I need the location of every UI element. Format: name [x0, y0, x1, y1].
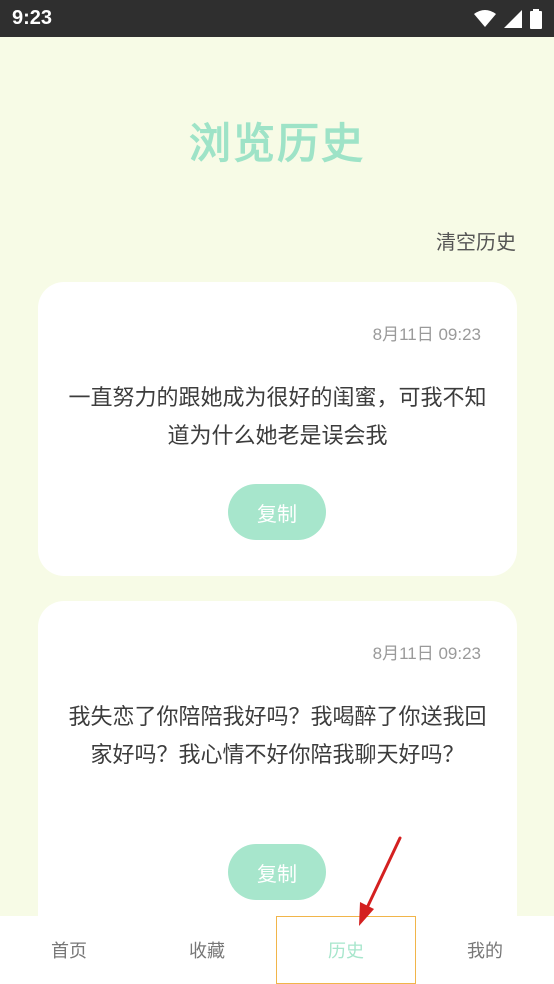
copy-button[interactable]: 复制	[228, 484, 326, 540]
history-text: 一直努力的跟她成为很好的闺蜜，可我不知道为什么她老是误会我	[68, 386, 487, 449]
history-card: 8月11日 09:23 一直努力的跟她成为很好的闺蜜，可我不知道为什么她老是误会…	[38, 282, 517, 576]
bottom-tab-bar: 首页 收藏 历史 我的	[0, 916, 554, 984]
tab-mine[interactable]: 我的	[416, 916, 554, 984]
status-icons	[474, 8, 542, 29]
battery-icon	[530, 8, 542, 29]
history-card: 8月11日 09:23 我失恋了你陪陪我好吗？我喝醉了你送我回家好吗？我心情不好…	[38, 601, 517, 941]
signal-icon	[504, 9, 522, 28]
copy-button[interactable]: 复制	[228, 844, 326, 900]
history-time: 8月11日 09:23	[372, 325, 481, 344]
status-time: 9:23	[12, 7, 53, 29]
history-text: 我失恋了你陪陪我好吗？我喝醉了你送我回家好吗？我心情不好你陪我聊天好吗？	[68, 705, 487, 768]
page-title: 浏览历史	[188, 119, 365, 168]
status-bar: 9:23	[0, 0, 554, 37]
clear-history-button[interactable]: 清空历史	[436, 226, 516, 255]
tab-favorites[interactable]: 收藏	[138, 916, 276, 984]
tab-history[interactable]: 历史	[276, 916, 416, 984]
tab-home[interactable]: 首页	[0, 916, 138, 984]
wifi-icon	[474, 9, 496, 27]
history-time: 8月11日 09:23	[372, 644, 481, 663]
